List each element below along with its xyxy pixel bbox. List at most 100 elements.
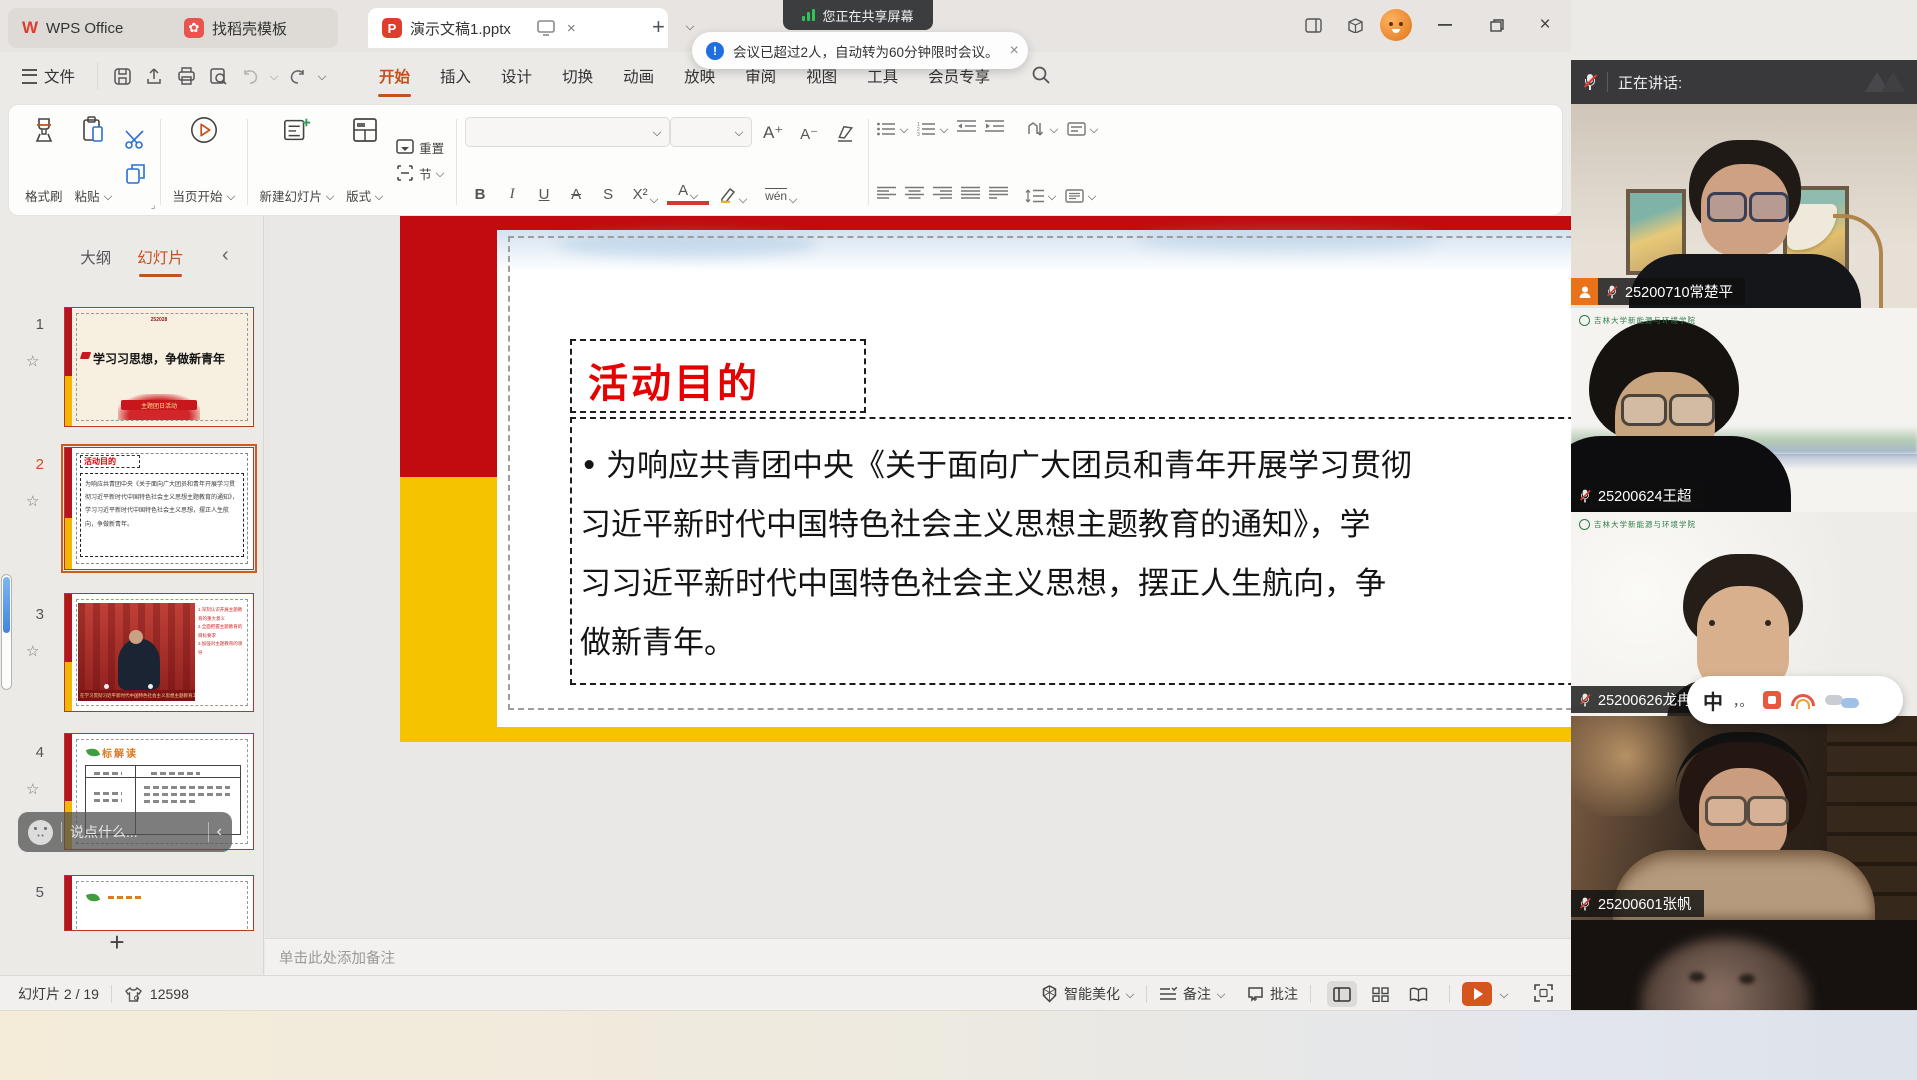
panel-toggle-icon[interactable] — [1296, 10, 1330, 40]
new-tab-button[interactable]: + — [652, 14, 665, 40]
video-tile-participant-4[interactable]: 25200601张帆 — [1571, 716, 1917, 920]
tab-document[interactable]: P 演示文稿1.pptx × — [368, 8, 668, 48]
justify-button[interactable] — [961, 186, 980, 205]
collapse-panel-icon[interactable]: ‹ — [222, 244, 229, 267]
ime-tools-icon[interactable] — [1763, 691, 1781, 709]
export-icon[interactable] — [141, 63, 167, 89]
reset-button[interactable]: 重置 — [395, 138, 444, 157]
align-left-button[interactable] — [877, 186, 896, 205]
slide-star-icon[interactable]: ☆ — [26, 642, 39, 660]
font-size-select[interactable] — [670, 117, 752, 147]
user-avatar[interactable] — [1380, 9, 1412, 41]
undo-chevron-icon[interactable] — [270, 72, 278, 80]
slide-title-box[interactable]: 活动目的 — [570, 339, 866, 413]
menu-tab-insert[interactable]: 插入 — [425, 53, 486, 99]
slide-body-box[interactable]: •为响应共青团中央《关于面向广大团员和青年开展学习贯彻 习近平新时代中国特色社会… — [570, 417, 1571, 685]
increase-indent-button[interactable] — [985, 119, 1004, 138]
fullscreen-button[interactable] — [1534, 984, 1553, 1005]
numbered-list-button[interactable]: 123 — [917, 122, 948, 136]
print-preview-icon[interactable] — [205, 63, 231, 89]
menu-tab-design[interactable]: 设计 — [486, 53, 547, 99]
slide-thumbnail-3[interactable]: 在学习贯彻习近平新时代中国特色社会主义思想主题教育工作会议上的讲话 1.深刻认识… — [64, 593, 254, 712]
ime-toolbar[interactable]: 中 ，。 — [1687, 676, 1903, 724]
align-center-button[interactable] — [905, 186, 924, 205]
panel-scrollbar[interactable] — [1, 574, 12, 690]
menu-tab-animation[interactable]: 动画 — [608, 53, 669, 99]
font-color-button[interactable]: A — [667, 179, 709, 205]
ribbon-search-icon[interactable] — [1031, 65, 1053, 87]
ime-mode-indicator[interactable]: 中 — [1703, 686, 1723, 715]
section-button[interactable]: 节 — [395, 164, 444, 183]
clear-format-button[interactable] — [830, 119, 860, 145]
slide-star-icon[interactable]: ☆ — [26, 492, 39, 510]
format-painter-button[interactable]: 格式刷 — [19, 111, 69, 213]
chat-collapse-icon[interactable]: ‹ — [217, 823, 222, 841]
underline-button[interactable]: U — [529, 179, 559, 205]
save-icon[interactable] — [109, 63, 135, 89]
slide-canvas[interactable]: 活动目的 •为响应共青团中央《关于面向广大团员和青年开展学习贯彻 习近平新时代中… — [265, 216, 1571, 938]
paragraph-settings-button[interactable] — [1065, 189, 1096, 203]
paste-button[interactable]: 粘贴 — [69, 111, 118, 213]
decrease-font-button[interactable]: A⁻ — [794, 119, 824, 145]
slide-star-icon[interactable]: ☆ — [26, 352, 39, 370]
comments-button[interactable]: 批注 — [1247, 984, 1298, 1004]
tab-docer[interactable]: ✿ 找稻壳模板 — [170, 8, 338, 48]
video-tile-participant-1[interactable]: 25200710常楚平 — [1571, 104, 1917, 308]
superscript-button[interactable]: X² — [625, 179, 665, 205]
increase-font-button[interactable]: A⁺ — [758, 119, 788, 145]
tab-close-icon[interactable]: × — [567, 20, 576, 37]
distribute-button[interactable] — [989, 186, 1008, 205]
tab-outline[interactable]: 大纲 — [80, 246, 111, 268]
meeting-chat-bar[interactable]: 说点什么... ‹ — [18, 812, 232, 852]
print-icon[interactable] — [173, 63, 199, 89]
play-from-page-button[interactable]: 当页开始 — [167, 111, 241, 213]
normal-view-button[interactable] — [1327, 981, 1357, 1007]
font-family-select[interactable] — [465, 117, 670, 147]
strikethrough-button[interactable]: A — [561, 179, 591, 205]
align-right-button[interactable] — [933, 186, 952, 205]
text-direction-button[interactable] — [1027, 122, 1058, 136]
notes-toggle-button[interactable]: 备注 — [1159, 984, 1225, 1004]
play-options-chevron-icon[interactable] — [1500, 990, 1508, 998]
bullet-list-button[interactable] — [877, 122, 908, 136]
minimize-button[interactable] — [1428, 10, 1462, 40]
slide-thumbnail-2-current[interactable]: 活动目的 为响应共青团中央《关于面向广大团员和青年开展学习贯彻习近平新时代中国特… — [64, 447, 254, 570]
text-shadow-button[interactable]: S — [593, 179, 623, 205]
restore-button[interactable] — [1480, 10, 1514, 40]
tab-list-chevron-icon[interactable] — [686, 22, 694, 30]
tab-wps-home[interactable]: W WPS Office — [8, 8, 188, 48]
copy-button[interactable] — [125, 163, 147, 190]
rainbow-skin-icon[interactable] — [1791, 694, 1815, 706]
cut-button[interactable] — [124, 130, 148, 155]
decrease-indent-button[interactable] — [957, 119, 976, 138]
slide-thumbnail-5[interactable] — [64, 875, 254, 931]
toast-close-icon[interactable]: × — [1010, 42, 1019, 60]
line-spacing-button[interactable] — [1025, 189, 1056, 203]
menu-tab-transition[interactable]: 切换 — [547, 53, 608, 99]
slide-thumbnail-1[interactable]: 252028 学习习思想，争做新青年 主题团日活动 — [64, 307, 254, 427]
new-slide-button[interactable]: 新建幻灯片 — [254, 111, 341, 213]
slide-sorter-view-button[interactable] — [1365, 981, 1395, 1007]
highlight-button[interactable] — [711, 179, 755, 205]
smart-beautify-button[interactable]: 智能美化 — [1041, 984, 1134, 1004]
video-tile-participant-2[interactable]: 吉林大学新能源与环境学院 25200624王超 — [1571, 308, 1917, 512]
file-menu[interactable]: 文件 — [0, 65, 89, 87]
menu-tab-home[interactable]: 开始 — [364, 53, 425, 99]
add-slide-button[interactable]: + — [95, 928, 139, 958]
slideshow-play-button[interactable] — [1462, 982, 1492, 1006]
ime-punct-indicator[interactable]: ，。 — [1733, 691, 1753, 710]
emoji-icon[interactable] — [28, 820, 53, 845]
pinyin-guide-button[interactable]: wén — [757, 179, 805, 205]
clipboard-dialog-launcher[interactable]: ⌟ — [151, 200, 156, 211]
chat-input-placeholder[interactable]: 说点什么... — [70, 822, 200, 842]
close-button[interactable]: × — [1528, 10, 1562, 40]
stickers-icon[interactable] — [1338, 10, 1372, 40]
redo-chevron-icon[interactable] — [318, 72, 326, 80]
slide-star-icon[interactable]: ☆ — [26, 780, 39, 798]
redo-icon[interactable] — [285, 63, 311, 89]
bold-button[interactable]: B — [465, 179, 495, 205]
layout-button[interactable]: 版式 — [340, 111, 389, 213]
tab-slides[interactable]: 幻灯片 — [137, 246, 184, 268]
italic-button[interactable]: I — [497, 179, 527, 205]
align-text-vertical-button[interactable] — [1067, 122, 1098, 136]
